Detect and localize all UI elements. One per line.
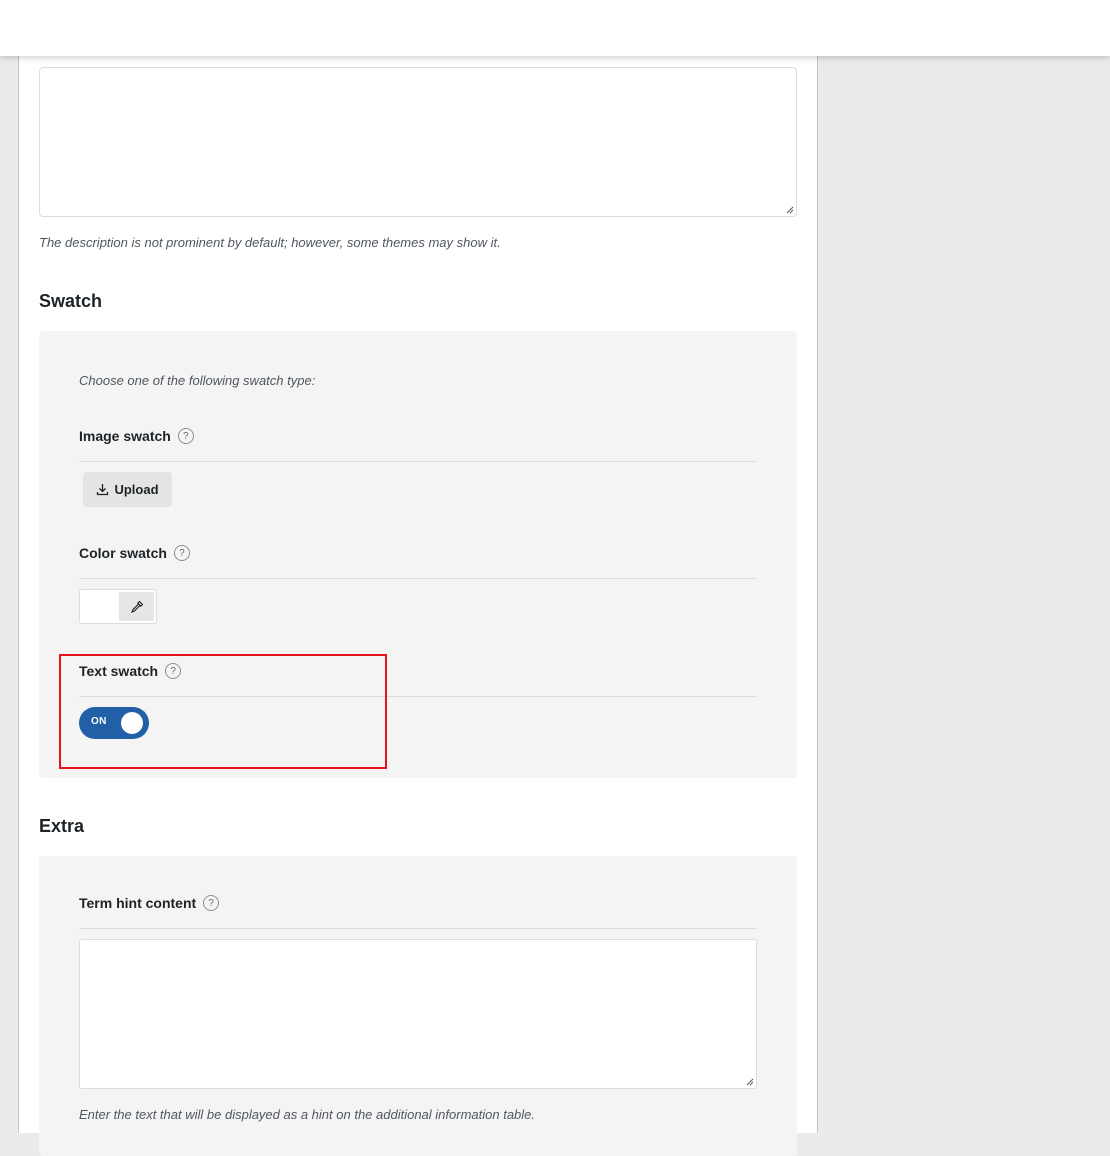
description-textarea[interactable]: [39, 67, 797, 217]
resize-grip-icon[interactable]: [746, 1078, 754, 1086]
color-swatch-label: Color swatch: [79, 545, 167, 561]
color-swatch-label-row: Color swatch ?: [79, 545, 757, 579]
color-picker-field[interactable]: [79, 589, 157, 624]
eyedropper-icon: [130, 600, 143, 613]
term-hint-textarea[interactable]: [79, 939, 757, 1089]
download-icon: [97, 484, 109, 496]
right-side-pane: [818, 0, 1110, 1133]
left-gutter: [0, 0, 18, 1133]
image-swatch-label: Image swatch: [79, 428, 171, 444]
resize-grip-icon[interactable]: [786, 206, 794, 214]
extra-settings-box: Term hint content ? Enter the text that …: [39, 856, 797, 1156]
term-hint-help-text: Enter the text that will be displayed as…: [79, 1107, 536, 1122]
image-swatch-label-row: Image swatch ?: [79, 428, 757, 462]
description-help-text: The description is not prominent by defa…: [39, 235, 501, 250]
highlight-box: [59, 654, 387, 769]
term-hint-label: Term hint content: [79, 895, 197, 911]
upload-button-label: Upload: [114, 482, 159, 497]
eyedropper-button[interactable]: [119, 592, 154, 621]
upload-button[interactable]: Upload: [83, 472, 172, 507]
term-edit-panel: The description is not prominent by defa…: [18, 0, 818, 1156]
swatch-intro-text: Choose one of the following swatch type:: [79, 373, 316, 388]
question-icon[interactable]: ?: [173, 545, 190, 561]
term-hint-label-row: Term hint content ?: [79, 895, 757, 929]
top-header-bar: [0, 0, 1110, 56]
extra-section-title: Extra: [39, 816, 85, 836]
question-icon[interactable]: ?: [203, 895, 220, 911]
question-icon[interactable]: ?: [177, 428, 194, 444]
swatch-section-title: Swatch: [39, 291, 103, 311]
